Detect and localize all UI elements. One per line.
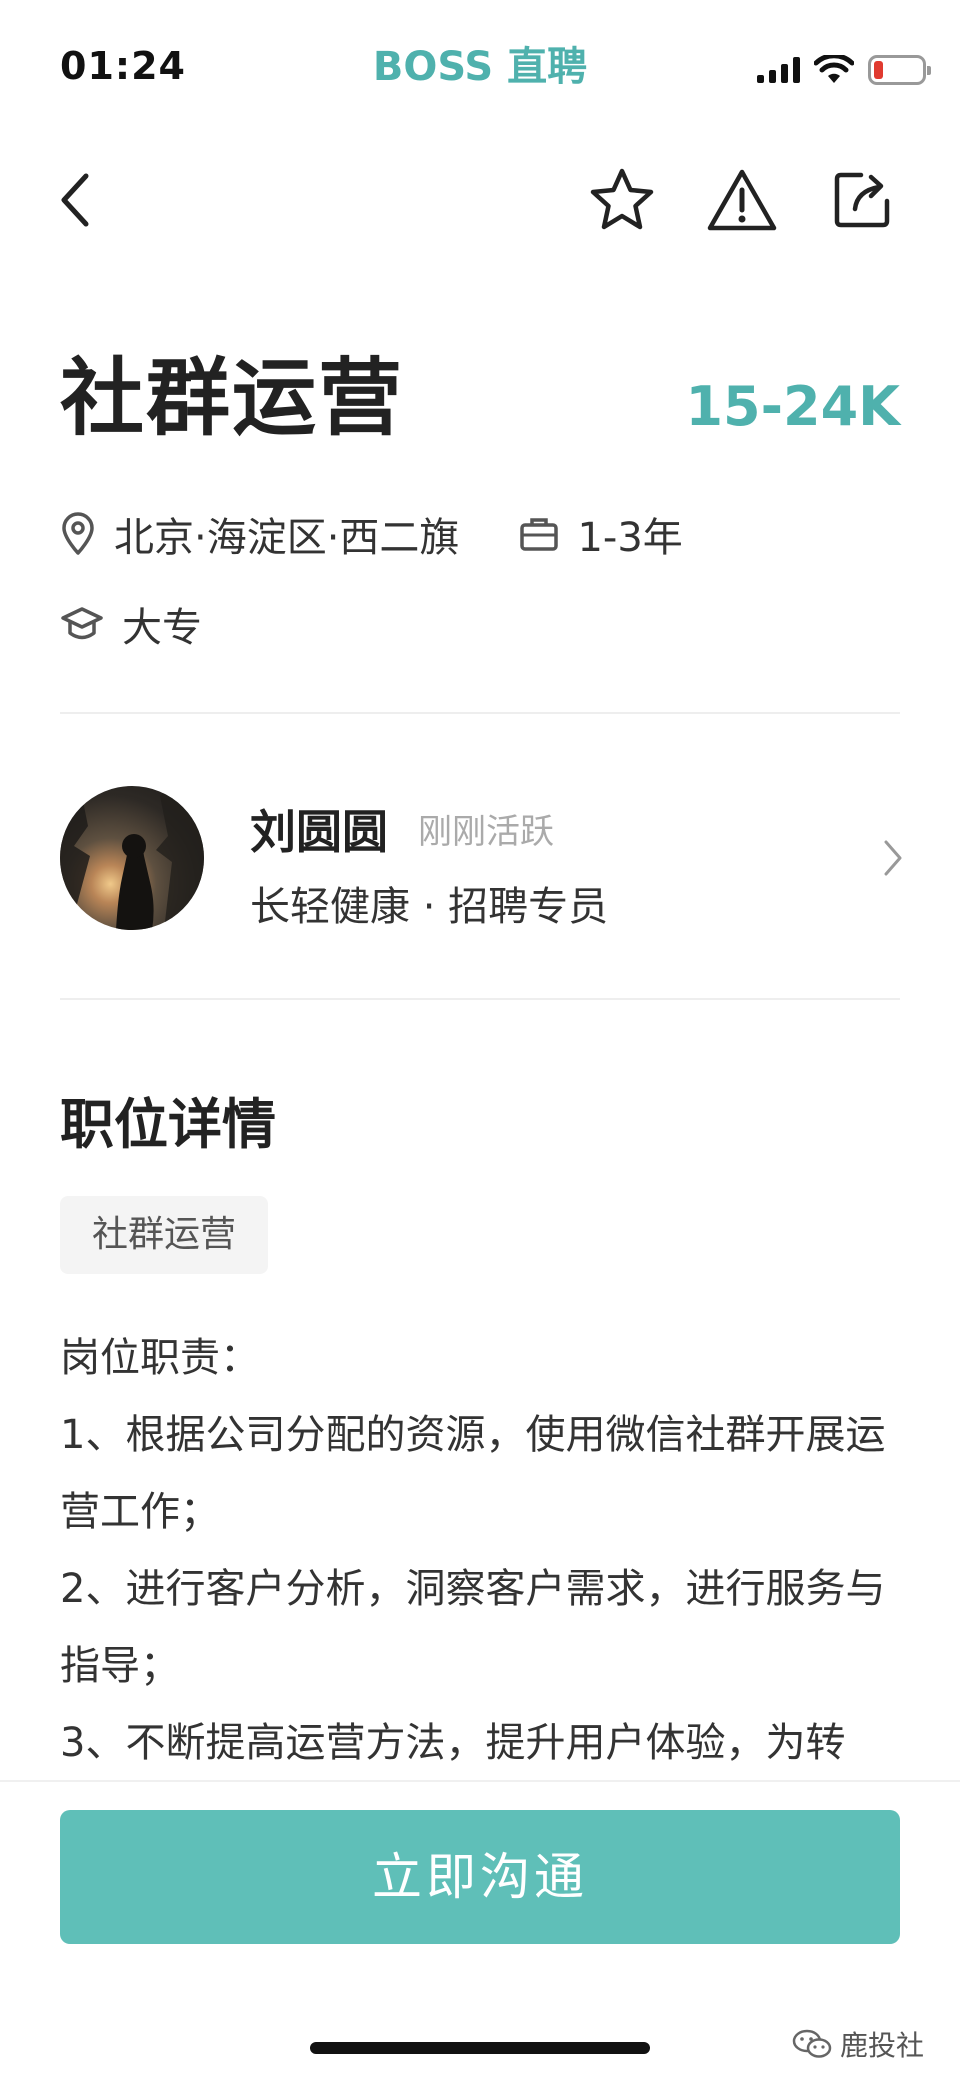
education-text: 大专 <box>122 605 202 651</box>
graduation-cap-icon <box>61 607 103 640</box>
wechat-icon <box>792 2029 832 2058</box>
battery-icon <box>868 55 931 85</box>
location-pin-icon <box>62 512 94 555</box>
description-line: 岗位职责： <box>60 1335 260 1381</box>
experience-text: 1-3年 <box>577 515 683 561</box>
chat-now-button[interactable]: 立即沟通 <box>60 1810 900 1944</box>
warning-triangle-icon <box>707 169 777 231</box>
recruiter-card[interactable]: 刘圆圆 刚刚活跃 长轻健康 · 招聘专员 <box>0 760 960 960</box>
job-title: 社群运营 <box>60 349 405 447</box>
share-button[interactable] <box>822 160 902 240</box>
description-line: 1、根据公司分配的资源，使用微信社群开展运营工作； <box>60 1412 886 1535</box>
salary-label: 15-24K <box>685 375 900 438</box>
status-icons <box>757 52 931 88</box>
home-indicator[interactable] <box>310 2042 650 2054</box>
watermark: 鹿投社 <box>792 2024 924 2064</box>
status-bar: 01:24 BOSS 直聘 <box>0 0 960 120</box>
chevron-right-icon <box>884 840 902 876</box>
bottom-action-bar: 立即沟通 鹿投社 <box>0 1780 960 2079</box>
star-outline-icon <box>590 168 654 230</box>
description-line: 3、不断提高运营方法，提升用户体验，为转 <box>60 1720 846 1766</box>
divider <box>60 712 900 714</box>
job-meta-row: 北京·海淀区·西二旗 1-3年 <box>60 505 683 563</box>
watermark-text: 鹿投社 <box>839 2029 924 2062</box>
wifi-icon <box>814 55 854 83</box>
back-button[interactable] <box>36 160 116 240</box>
job-description: 岗位职责： 1、根据公司分配的资源，使用微信社群开展运营工作； 2、进行客户分析… <box>60 1320 900 1770</box>
education-row: 大专 <box>60 595 202 653</box>
share-icon <box>834 172 890 228</box>
divider <box>60 998 900 1000</box>
top-nav-bar <box>0 150 960 250</box>
recruiter-active-status: 刚刚活跃 <box>418 812 554 852</box>
recruiter-name: 刘圆圆 <box>250 805 388 859</box>
favorite-button[interactable] <box>582 160 662 240</box>
briefcase-icon <box>520 518 559 551</box>
job-tag: 社群运营 <box>60 1196 269 1274</box>
section-title-job-details: 职位详情 <box>60 1093 276 1156</box>
chevron-left-icon <box>61 173 89 227</box>
location-text: 北京·海淀区·西二旗 <box>114 515 460 561</box>
description-line: 2、进行客户分析，洞察客户需求，进行服务与指导； <box>60 1566 886 1689</box>
recruiter-company-role: 长轻健康 · 招聘专员 <box>250 884 609 930</box>
report-button[interactable] <box>702 160 782 240</box>
recruiter-avatar <box>60 786 204 930</box>
signal-icon <box>757 57 800 83</box>
